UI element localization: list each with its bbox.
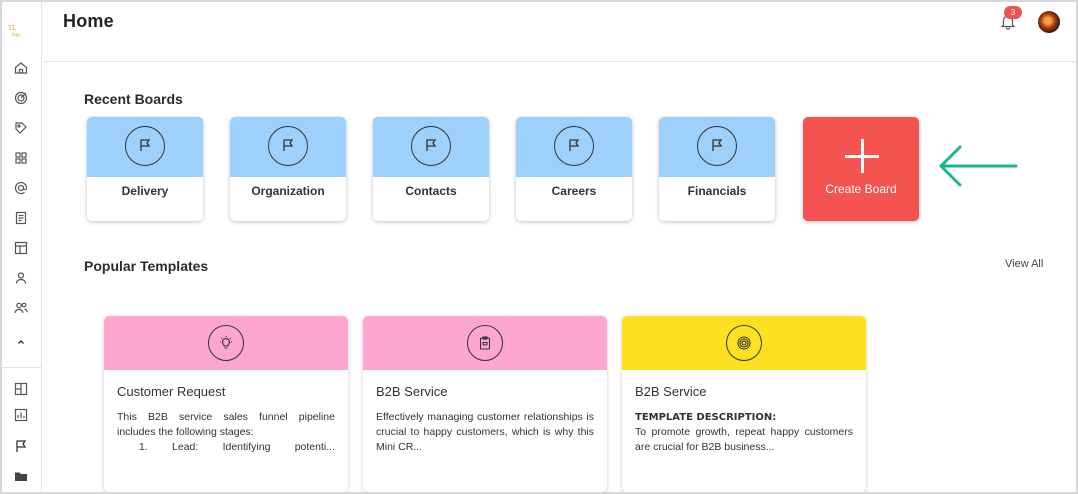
flag-icon [569,139,580,151]
board-card-header [87,117,203,177]
board-card-financials[interactable]: Financials [659,117,775,221]
page-title: Home [63,11,114,31]
document-icon[interactable] [13,210,29,226]
app-frame: TL logo Home 3 Recent Boards Delivery Or… [0,0,1078,494]
template-description-text: To promote growth, repeat happy customer… [635,426,853,453]
board-icon-circle [411,126,451,166]
template-description-heading: TEMPLATE DESCRIPTION: [635,412,777,423]
svg-text:logo: logo [12,32,21,37]
notification-badge[interactable]: 3 [1004,6,1022,19]
board-icon-circle [125,126,165,166]
avatar[interactable] [1038,11,1060,33]
board-card-header [230,117,346,177]
template-card-header [363,316,607,370]
board-icon-circle [268,126,308,166]
recent-boards-title: Recent Boards [84,91,183,107]
board-icon-circle [697,126,737,166]
tag-icon[interactable] [13,120,29,136]
board-card-header [373,117,489,177]
template-card-header [622,316,866,370]
template-description-text: This B2B service sales funnel pipeline i… [117,411,335,438]
create-board-label: Create Board [825,182,897,196]
template-description: Effectively managing customer relationsh… [376,411,594,453]
flag-icon [283,139,294,151]
board-label: Financials [687,184,747,198]
template-card-header [104,316,348,370]
template-card-b2b-service-2[interactable]: B2B Service TEMPLATE DESCRIPTION: To pro… [622,316,866,492]
template-description-list-item: 1. Lead: Identifying potenti... [139,441,335,453]
at-icon[interactable] [13,180,29,196]
create-board-button[interactable]: Create Board [803,117,919,221]
folder-icon[interactable] [13,468,29,484]
layout-icon[interactable] [13,381,29,397]
lightbulb-icon [220,336,232,349]
board-label: Organization [251,184,325,198]
board-card-header [659,117,775,177]
dashboard-icon[interactable] [13,240,29,256]
board-label: Delivery [121,184,169,198]
template-icon-circle [467,325,503,361]
board-label: Contacts [405,184,457,198]
chart-icon[interactable] [13,407,29,423]
plus-icon [845,139,879,173]
flag-icon [426,139,437,151]
sidebar-divider [2,367,42,368]
template-card-customer-request[interactable]: Customer Request This B2B service sales … [104,316,348,492]
board-card-contacts[interactable]: Contacts [373,117,489,221]
apps-icon[interactable] [13,150,29,166]
template-icon-circle [208,325,244,361]
template-title: B2B Service [376,384,448,399]
template-title: B2B Service [635,384,707,399]
board-card-delivery[interactable]: Delivery [87,117,203,221]
target-icon[interactable] [13,90,29,106]
board-card-organization[interactable]: Organization [230,117,346,221]
board-label: Careers [551,184,597,198]
template-card-b2b-service[interactable]: B2B Service Effectively managing custome… [363,316,607,492]
clipboard-icon [479,336,491,350]
flag-icon [140,139,151,151]
template-description: This B2B service sales funnel pipeline i… [117,410,335,455]
template-description: TEMPLATE DESCRIPTION: To promote growth,… [635,410,853,455]
popular-templates-title: Popular Templates [84,258,209,274]
board-card-header [516,117,632,177]
arrow-left-icon [936,142,1020,190]
users-icon[interactable] [13,300,29,316]
board-icon-circle [554,126,594,166]
top-header: Home 3 [43,2,1076,62]
sidebar: TL logo [2,2,42,492]
logo[interactable]: TL logo [8,24,34,38]
target-icon [737,336,751,350]
svg-text:TL: TL [8,25,16,32]
template-title: Customer Request [117,384,226,399]
board-card-careers[interactable]: Careers [516,117,632,221]
template-icon-circle [726,325,762,361]
view-all-link[interactable]: View All [1005,258,1043,270]
home-icon[interactable] [13,60,29,76]
chevron-up-icon[interactable] [13,334,29,350]
user-icon[interactable] [13,270,29,286]
flag-icon [712,139,723,151]
flag-icon[interactable] [13,438,29,454]
